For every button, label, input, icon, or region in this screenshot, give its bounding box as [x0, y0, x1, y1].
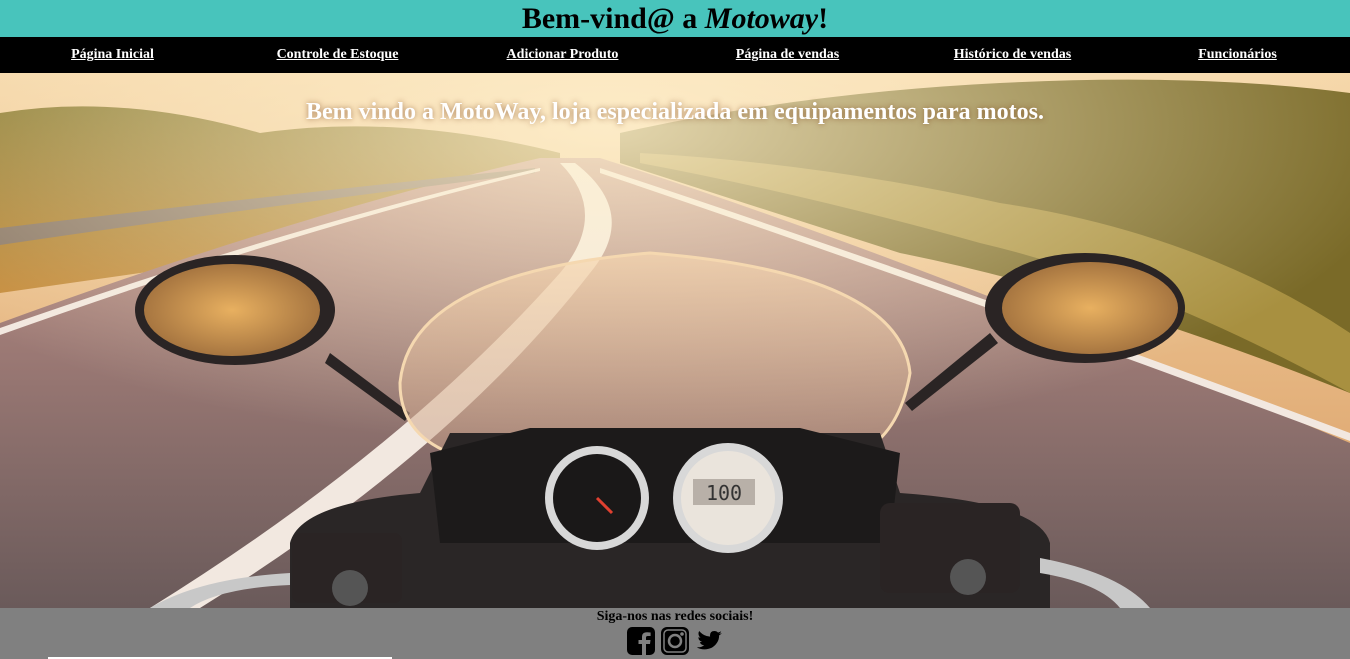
- facebook-icon[interactable]: [626, 626, 656, 656]
- site-footer: Siga-nos nas redes sociais!: [0, 608, 1350, 659]
- nav-link-stock-control[interactable]: Controle de Estoque: [225, 47, 450, 63]
- speedometer-readout: 100: [706, 481, 742, 505]
- header-brand-name: Motoway: [704, 1, 819, 35]
- nav-link-sales-history[interactable]: Histórico de vendas: [900, 47, 1125, 63]
- header-title-prefix: Bem-vind@ a: [521, 1, 705, 35]
- nav-link-home[interactable]: Página Inicial: [0, 47, 225, 63]
- hero-motorcycle-road-image: 100: [0, 73, 1350, 608]
- hero-banner: 100 Bem vindo a MotoWay, loja especializ…: [0, 73, 1350, 608]
- main-nav: Página Inicial Controle de Estoque Adici…: [0, 37, 1350, 73]
- nav-link-add-product[interactable]: Adicionar Produto: [450, 47, 675, 63]
- site-header: Bem-vind@ a Motoway !: [0, 0, 1350, 37]
- social-icons: [0, 626, 1350, 656]
- nav-link-sales-page[interactable]: Página de vendas: [675, 47, 900, 63]
- welcome-message: Bem vindo a MotoWay, loja especializada …: [306, 99, 1044, 125]
- follow-us-text: Siga-nos nas redes sociais!: [596, 609, 754, 624]
- instagram-icon[interactable]: [660, 626, 690, 656]
- twitter-icon[interactable]: [694, 626, 724, 656]
- header-title-suffix: !: [818, 1, 829, 35]
- nav-link-employees[interactable]: Funcionários: [1125, 47, 1350, 63]
